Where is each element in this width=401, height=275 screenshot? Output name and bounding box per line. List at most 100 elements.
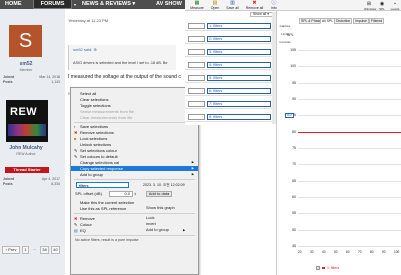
tab-impulse[interactable]: Impulse [353, 18, 369, 24]
joined-row: Joined Apr 4, 2017 [3, 177, 63, 181]
measurement-row[interactable]: 1: filters [185, 21, 275, 31]
tab-all-spl[interactable]: All SPL [320, 18, 336, 24]
post-date[interactable]: Yesterday at 11:23 PM [68, 18, 108, 23]
measurement-name[interactable]: 2: filters [207, 36, 271, 42]
lock-icon: ■ [74, 136, 77, 141]
save-all-button[interactable]: ▥ Save all [225, 1, 240, 11]
menu-label: Remove selections [80, 130, 114, 135]
username-link[interactable]: John Mulcahy [0, 145, 52, 151]
measurement-row[interactable]: 7: filters [185, 99, 275, 109]
measurement-list: 1: filters 2: filters 3: filters 4: filt… [185, 18, 275, 125]
submenu-arrow-icon: ▶ [183, 228, 186, 232]
measurement-name[interactable]: 6: filters [207, 88, 271, 94]
legend-checkbox[interactable]: ✓ [316, 266, 320, 270]
measurement-thumbnail[interactable] [188, 23, 205, 29]
menu-make-current-selection[interactable]: Make this the current selection [71, 200, 198, 205]
graph-side-toolbar: Capture Limits Controls [279, 18, 291, 108]
spl-graph[interactable] [296, 27, 401, 272]
quote-author-link[interactable]: sm52 said: ⊕ [73, 47, 97, 52]
menu-select-all[interactable]: Select all [71, 91, 198, 96]
measurement-row[interactable]: 4: filters [185, 60, 275, 70]
measurement-thumbnail[interactable] [188, 101, 205, 107]
menu-use-as-spl-reference[interactable]: Use this as SPL reference [71, 206, 198, 211]
ref-marker[interactable]: Ref [285, 113, 294, 118]
x-tick-label: 100 [394, 250, 400, 254]
measurement-row[interactable]: 2: filters [185, 34, 275, 44]
y-tick-label: 80 [292, 129, 296, 134]
measurement-row[interactable]: 3: filters [185, 47, 275, 57]
menu-add-to-group[interactable]: Add to group ▶ [71, 172, 198, 177]
menu-toggle-selections[interactable]: Toggle selections [71, 103, 198, 108]
menu-remove-selections[interactable]: ✖ Remove selections [71, 130, 198, 135]
y-tick-label: 90 [292, 96, 296, 101]
measurement-thumbnail[interactable] [188, 88, 205, 94]
measure-button[interactable]: ▦ Measure [190, 1, 204, 11]
menu-remove[interactable]: ✖ Remove [71, 216, 131, 221]
avatar-rew[interactable]: REW [6, 100, 48, 142]
measurement-name[interactable]: 3: filters [207, 49, 271, 55]
levels-button[interactable]: ▪ Levels [390, 1, 400, 11]
menu-save-selections[interactable]: ▪ Save selections [71, 124, 198, 129]
grid-line [298, 82, 401, 84]
menu-set-selections-colour[interactable]: ✎ Set selections colour [71, 148, 198, 153]
prev-page-button[interactable]: ‹ Prev [2, 246, 20, 254]
measurement-name-input[interactable] [76, 182, 129, 188]
colour-icon: ✎ [74, 222, 78, 227]
measurement-name[interactable]: 5: filters [207, 75, 271, 81]
menu-show-this-graph[interactable]: Show this graph [146, 205, 175, 211]
measurement-name[interactable]: 4: filters [207, 62, 271, 68]
measurement-row[interactable]: 6: filters [185, 86, 275, 96]
grid-line [298, 98, 401, 100]
page-1-button[interactable]: 1 [22, 246, 29, 254]
tab-distortion[interactable]: Distortion [334, 18, 353, 24]
measurement-row[interactable]: 5: filters [185, 73, 275, 83]
measurement-name[interactable]: 8: filters [207, 114, 271, 120]
y-tick-label: 55 [292, 211, 296, 216]
measurement-thumbnail[interactable] [188, 62, 205, 68]
windows-button[interactable]: ⊞ Windows [364, 1, 376, 11]
page-38-button[interactable]: 38 [40, 246, 49, 254]
page-40-button[interactable]: 40 [51, 246, 60, 254]
menu-copy-selected-response[interactable]: Copy selected response ▶ [71, 166, 198, 171]
nav-av-show[interactable]: AV SHOW [156, 0, 182, 9]
remove-all-button[interactable]: ✖ Remove all [245, 1, 264, 11]
measurement-timestamp: 2023. 3. 10. 오전 12:02:09 [143, 183, 185, 187]
colour-reset-icon: ✎ [74, 154, 78, 159]
capture-button[interactable]: Capture [279, 24, 291, 28]
menu-lock-selections[interactable]: ■ Lock selections [71, 136, 198, 141]
y-tick-label: 105 [290, 47, 296, 52]
open-button[interactable]: ▤ Open [209, 1, 221, 11]
menu-set-colours-to-default[interactable]: ✎ Set colours to default [71, 154, 198, 159]
measurement-name[interactable]: 7: filters [207, 101, 271, 107]
menu-label: Select measurements from file [80, 109, 135, 114]
nav-forums[interactable]: FORUMS [33, 0, 72, 9]
graph-tabs: SPL & Phase All SPL Distortion Impulse F… [291, 18, 401, 24]
tab-filtered[interactable]: Filtered [369, 18, 385, 24]
nav-home[interactable]: HOME [5, 0, 22, 9]
menu-colour[interactable]: ✎ Colour [71, 222, 131, 227]
avatar[interactable]: S [9, 25, 42, 57]
menu-change-selections-cal[interactable]: Change selections cal ▶ [71, 160, 198, 165]
controls-button[interactable]: Controls [279, 40, 291, 44]
joined-label: Joined [3, 177, 15, 181]
menu-eq[interactable]: ▤ EQ [71, 228, 131, 233]
measurement-thumbnail[interactable] [188, 114, 205, 120]
add-to-data-button[interactable]: Add to data [146, 191, 172, 197]
measurement-name[interactable]: 1: filters [207, 23, 271, 29]
username-link[interactable]: sm52 [0, 61, 52, 67]
menu-add-to-group[interactable]: Add to group [146, 227, 169, 233]
measurement-thumbnail[interactable] [188, 49, 205, 55]
menu-unlock-selections[interactable]: Unlock selections [71, 142, 198, 147]
spl-offset-spinner[interactable]: 0.0 [109, 191, 133, 197]
y-tick-label: 100 [290, 64, 296, 69]
info-button[interactable]: ⓘ Info [269, 1, 279, 11]
measurement-thumbnail[interactable] [188, 75, 205, 81]
menu-clear-selections[interactable]: Clear selections [71, 97, 198, 102]
menu-label: Lock selections [80, 136, 108, 141]
chevron-down-icon[interactable]: ▾ [74, 0, 76, 9]
nav-news-reviews[interactable]: NEWS & REVIEWS ▾ [82, 0, 135, 9]
spinner-arrows-icon[interactable]: ⇕ [134, 191, 137, 197]
measurement-thumbnail[interactable] [188, 36, 205, 42]
x-tick-label: 50 [334, 250, 338, 254]
measurement-row[interactable]: 8: filters [185, 112, 275, 122]
